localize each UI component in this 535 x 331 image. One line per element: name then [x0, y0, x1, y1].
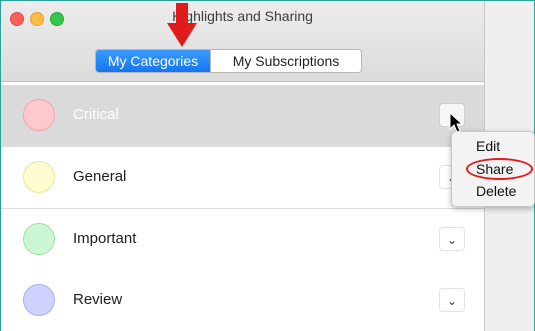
category-label-review: Review — [73, 291, 123, 308]
category-segmented-control: My Categories My Subscriptions — [95, 49, 362, 73]
tab-my-subscriptions[interactable]: My Subscriptions — [210, 50, 361, 72]
chevron-down-icon: ⌄ — [446, 233, 458, 247]
color-swatch-general — [23, 161, 55, 193]
category-menu-button-review[interactable]: ⌄ — [439, 288, 465, 312]
red-arrow-down-icon — [167, 3, 197, 47]
category-label-critical: Critical — [73, 106, 119, 123]
color-swatch-review — [23, 284, 55, 316]
menu-item-edit[interactable]: Edit — [476, 138, 500, 154]
window-title: Highlights and Sharing — [172, 8, 313, 24]
category-row-review[interactable]: Review ⌄ — [1, 270, 484, 331]
category-row-general[interactable]: General ⌄ — [1, 147, 484, 209]
tab-my-categories[interactable]: My Categories — [96, 50, 210, 72]
category-label-general: General — [73, 168, 127, 185]
menu-item-delete[interactable]: Delete — [476, 183, 516, 199]
title-bar: Highlights and Sharing My Categories My … — [1, 1, 484, 82]
category-row-critical[interactable]: Critical ⌄ — [1, 85, 484, 147]
share-highlight-circle — [466, 158, 533, 180]
highlights-window: Highlights and Sharing My Categories My … — [1, 1, 485, 331]
chevron-down-icon: ⌄ — [446, 294, 458, 308]
category-menu-button-important[interactable]: ⌄ — [439, 227, 465, 251]
mouse-pointer-icon — [449, 112, 464, 133]
category-label-important: Important — [73, 230, 137, 247]
color-swatch-critical — [23, 99, 55, 131]
category-row-important[interactable]: Important ⌄ — [1, 209, 484, 271]
color-swatch-important — [23, 223, 55, 255]
